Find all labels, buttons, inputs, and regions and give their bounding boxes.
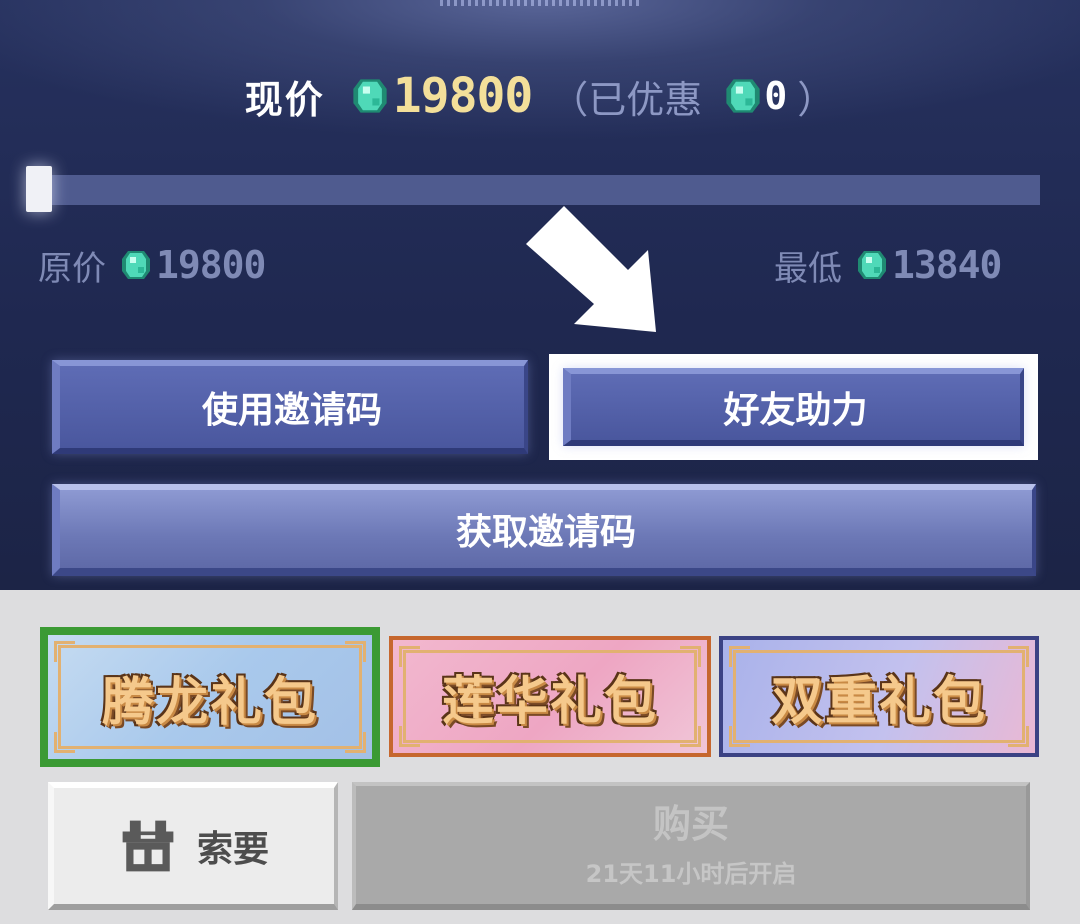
diamond-icon (856, 248, 888, 282)
get-invite-code-button[interactable]: 获取邀请码 (52, 484, 1036, 576)
diamond-icon (351, 76, 389, 116)
pack-title: 双重礼包 (770, 672, 987, 732)
lowest-price-label: 最低 (774, 248, 842, 289)
pack-tenglong[interactable]: 腾龙礼包 (40, 627, 380, 767)
arrow-icon (526, 206, 656, 332)
frame-corner (345, 641, 366, 662)
friend-help-button[interactable]: 好友助力 (563, 368, 1024, 446)
buy-button[interactable]: 购买 21天11小时后开启 (352, 782, 1030, 910)
discount-value: 0 (764, 74, 788, 118)
original-price: 原价 19800 (38, 240, 266, 290)
lowest-price-value: 13840 (892, 243, 1002, 287)
discount-label: 已优惠 (588, 77, 703, 122)
frame-corner (1008, 726, 1029, 747)
current-price-value: 19800 (392, 68, 533, 124)
buy-label: 购买 (652, 801, 729, 846)
diamond-icon (724, 76, 762, 116)
frame-corner (399, 646, 420, 667)
frame-corner (54, 732, 75, 753)
frame-corner (345, 732, 366, 753)
pack-title: 莲华礼包 (441, 672, 658, 732)
diamond-icon (120, 248, 152, 282)
original-price-label: 原价 (38, 248, 106, 289)
frame-corner (399, 726, 420, 747)
current-price-label: 现价 (244, 77, 325, 122)
frame-corner (680, 726, 701, 747)
discount-close-paren: ） (797, 77, 836, 122)
frame-corner (1008, 646, 1029, 667)
pack-shuangchong[interactable]: 双重礼包 (719, 636, 1039, 757)
frame-corner (729, 646, 750, 667)
discount-open-paren: （ (550, 77, 589, 122)
lowest-price: 最低 13840 (774, 240, 1002, 290)
pack-lianhua[interactable]: 莲华礼包 (389, 636, 711, 757)
gift-box-icon (122, 820, 174, 872)
pack-title: 腾龙礼包 (101, 672, 318, 733)
price-progress-thumb (26, 166, 52, 212)
use-invite-code-button[interactable]: 使用邀请码 (52, 360, 528, 454)
ask-button[interactable]: 索要 (48, 782, 338, 910)
top-decoration (440, 0, 640, 6)
ask-label: 索要 (196, 829, 269, 870)
frame-corner (680, 646, 701, 667)
frame-corner (54, 641, 75, 662)
current-price-line: 现价 19800 （ 已优惠 0 ） (0, 66, 1080, 126)
price-panel: 现价 19800 （ 已优惠 0 ） 原价 19800 最低 13840 使用邀… (0, 0, 1080, 590)
buy-countdown: 21天11小时后开启 (585, 859, 797, 888)
original-price-value: 19800 (156, 243, 266, 287)
frame-corner (729, 726, 750, 747)
